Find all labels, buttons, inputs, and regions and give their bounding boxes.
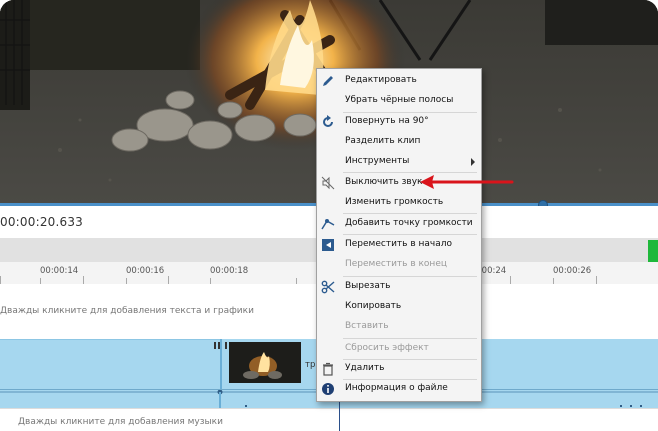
menu-item-remove-black-bars[interactable]: Убрать чёрные полосы [317,91,481,111]
menu-item-label: Выключить звук [345,177,423,187]
pencil-icon [323,76,333,86]
menu-item-split-clip[interactable]: Разделить клип [317,132,481,152]
menu-item-label: Редактировать [345,75,417,85]
menu-item-label: Разделить клип [345,136,421,146]
menu-item-label: Инструменты [345,156,410,166]
text-track-hint: Дважды кликните для добавления текста и … [0,306,254,316]
menu-item-label: Изменить громкость [345,197,444,207]
menu-item-label: Удалить [345,363,385,373]
ruler-tick [596,276,597,284]
menu-item-label: Сбросить эффект [345,343,429,353]
menu-item-add-volume-point[interactable]: Добавить точку громкости [317,214,481,234]
menu-item-label: Повернуть на 90° [345,116,429,126]
timeline-end-marker[interactable] [648,240,658,262]
ruler-tick [510,276,511,284]
menu-item-label: Вырезать [345,281,391,291]
volume-point-icon [321,219,335,230]
menu-item-label: Убрать чёрные полосы [345,95,454,105]
pause-icon [214,342,220,349]
music-track-hint: Дважды кликните для добавления музыки [18,417,223,427]
ruler-label: 00:00:14 [40,266,79,276]
ruler-label: 00:00:16 [126,266,165,276]
menu-item-label: Копировать [345,301,402,311]
menu-item-cut[interactable]: Вырезать [317,277,481,297]
menu-item-delete[interactable]: Удалить [317,359,481,379]
ruler-tick [0,276,1,284]
music-track[interactable]: Дважды кликните для добавления музыки [0,408,658,431]
menu-item-copy[interactable]: Копировать [317,297,481,317]
campfire-thumbnail [229,342,301,383]
menu-item-label: Переместить в конец [345,259,447,269]
menu-item-label: Переместить в начало [345,239,452,249]
rotate-icon [323,115,333,127]
menu-item-move-to-start[interactable]: Переместить в начало [317,235,481,255]
menu-item-reset-effect[interactable]: Сбросить эффект [317,339,481,359]
menu-item-edit[interactable]: Редактировать [317,71,481,91]
menu-item-move-to-end[interactable]: Переместить в конец [317,255,481,275]
video-editor-window: 00:00:20.633 00:00:14 00:00:16 00:00:18 … [0,0,658,431]
move-start-icon [322,239,334,251]
scissors-icon [321,280,335,294]
trash-icon [323,362,333,376]
menu-item-label: Добавить точку громкости [345,218,473,228]
ruler-label: 00:00:26 [553,266,592,276]
clip-thumbnail[interactable] [229,342,301,383]
current-time: 00:00:20.633 [0,215,84,229]
menu-item-paste[interactable]: Вставить [317,317,481,337]
ruler-tick [168,276,169,284]
menu-item-change-volume[interactable]: Изменить громкость [317,193,481,213]
mute-icon [321,176,335,190]
clip-title: тр [305,360,316,370]
menu-item-tools[interactable]: Инструменты [317,152,481,172]
ruler-tick [83,276,84,284]
ruler-label: 00:00:18 [210,266,249,276]
submenu-arrow-icon [471,158,475,166]
menu-item-label: Информация о файле [345,383,448,393]
menu-item-rotate[interactable]: Повернуть на 90° [317,112,481,132]
menu-item-file-info[interactable]: Информация о файле [317,379,481,399]
menu-item-label: Вставить [345,321,389,331]
clip-context-menu: Редактировать Убрать чёрные полосы Повер… [316,68,482,402]
info-icon [322,383,334,395]
annotation-arrow-icon [420,175,514,189]
